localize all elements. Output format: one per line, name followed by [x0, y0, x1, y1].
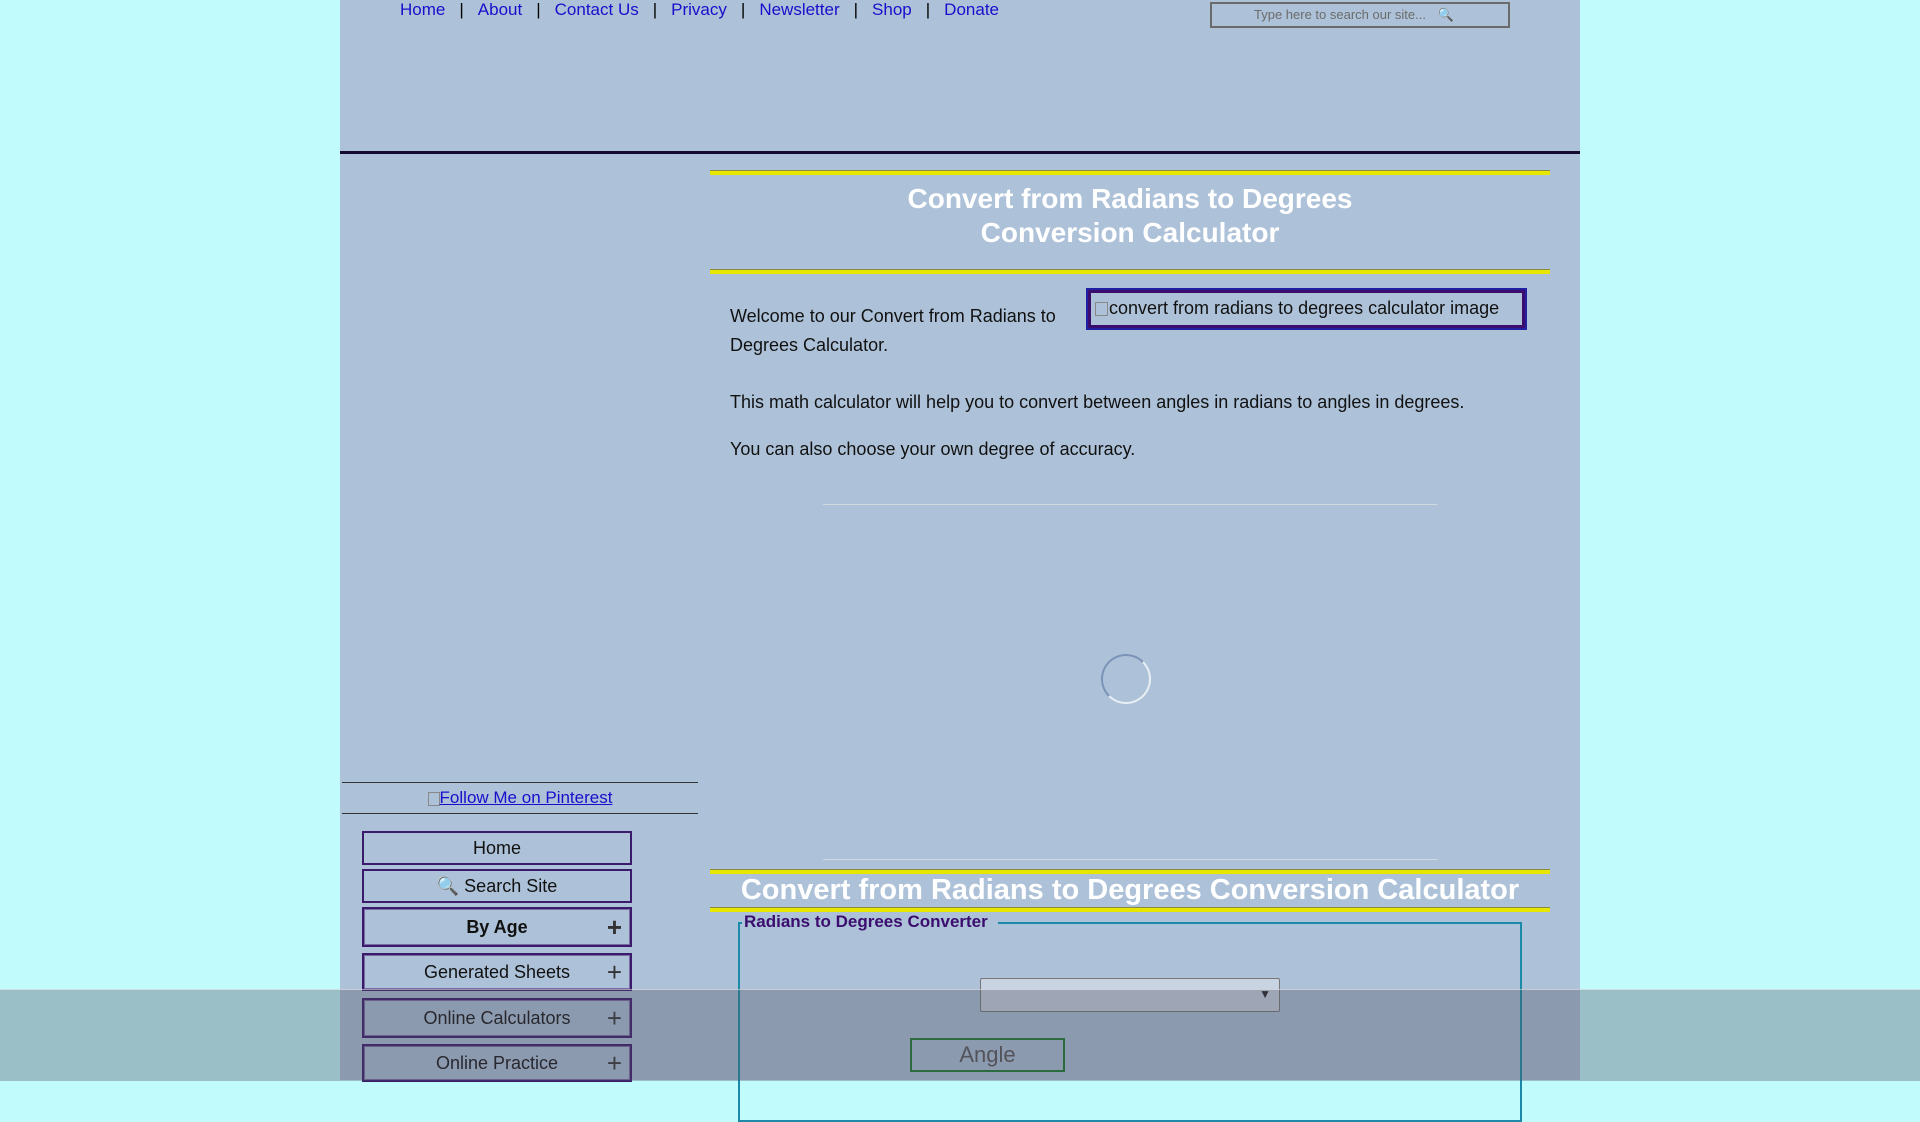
search-placeholder: Type here to search our site...	[1254, 7, 1426, 22]
sidebar-item-label: Generated Sheets	[423, 962, 571, 982]
sidebar-item-home[interactable]: Home	[362, 831, 632, 865]
nav-separator: |	[652, 0, 658, 19]
welcome-text: Welcome to our Convert from Radians to D…	[730, 306, 1056, 355]
nav-newsletter[interactable]: Newsletter	[759, 0, 839, 19]
page-container: Home | About | Contact Us | Privacy | Newsletter…	[340, 0, 1580, 1122]
bottom-banner-overlay	[0, 989, 1920, 1081]
intro-paragraph: This math calculator will help you to co…	[730, 392, 1465, 412]
ad-divider-bottom	[823, 859, 1437, 860]
nav-separator: |	[853, 0, 859, 19]
page-title-line2: Conversion Calculator	[980, 217, 1280, 248]
sidebar-item-label: 🔍 Search Site	[436, 876, 558, 896]
sidebar-item-by-age[interactable]: By Age +	[362, 907, 632, 947]
hero-image: convert from radians to degrees calculat…	[1086, 288, 1527, 330]
converter-legend: Radians to Degrees Converter	[742, 912, 990, 932]
magnifier-icon: 🔍	[1437, 7, 1454, 22]
hero-image-alt: convert from radians to degrees calculat…	[1109, 298, 1500, 318]
title-rule-top	[710, 170, 1550, 175]
page-title-line1: Convert from Radians to Degrees	[907, 183, 1353, 214]
loading-spinner-icon	[1101, 654, 1151, 704]
nav-contact[interactable]: Contact Us	[555, 0, 639, 19]
nav-separator: |	[740, 0, 746, 19]
nav-separator: |	[459, 0, 464, 19]
nav-separator: |	[925, 0, 931, 19]
nav-about[interactable]: About	[478, 0, 522, 19]
plus-icon: +	[606, 912, 622, 942]
nav-shop[interactable]: Shop	[872, 0, 912, 19]
sidebar-item-label: By Age	[466, 917, 528, 937]
title-rule-bottom	[710, 269, 1550, 274]
nav-home[interactable]: Home	[400, 0, 445, 19]
pinterest-link[interactable]: Follow Me on Pinterest	[440, 788, 613, 807]
header-divider	[340, 151, 1580, 154]
search-input[interactable]: Type here to search our site... 🔍	[1210, 2, 1510, 28]
top-nav: Home | About | Contact Us | Privacy | Newsletter…	[400, 0, 999, 20]
pinterest-follow: Follow Me on Pinterest	[342, 782, 698, 814]
nav-separator: |	[536, 0, 541, 19]
plus-icon: +	[606, 957, 622, 987]
nav-donate[interactable]: Donate	[944, 0, 999, 19]
broken-image-icon	[427, 791, 440, 806]
converter-border	[998, 922, 1522, 924]
sidebar-item-label: Home	[472, 838, 521, 858]
page-title: Convert from Radians to Degrees Conversi…	[710, 182, 1550, 250]
sidebar-item-generated-sheets[interactable]: Generated Sheets +	[362, 953, 632, 991]
section-title: Convert from Radians to Degrees Conversi…	[740, 874, 1520, 906]
broken-image-icon	[1095, 302, 1108, 316]
ad-divider-top	[823, 504, 1437, 505]
nav-privacy[interactable]: Privacy	[671, 0, 727, 19]
sidebar-item-search[interactable]: 🔍 Search Site	[362, 869, 632, 903]
accuracy-paragraph: You can also choose your own degree of a…	[730, 439, 1136, 459]
